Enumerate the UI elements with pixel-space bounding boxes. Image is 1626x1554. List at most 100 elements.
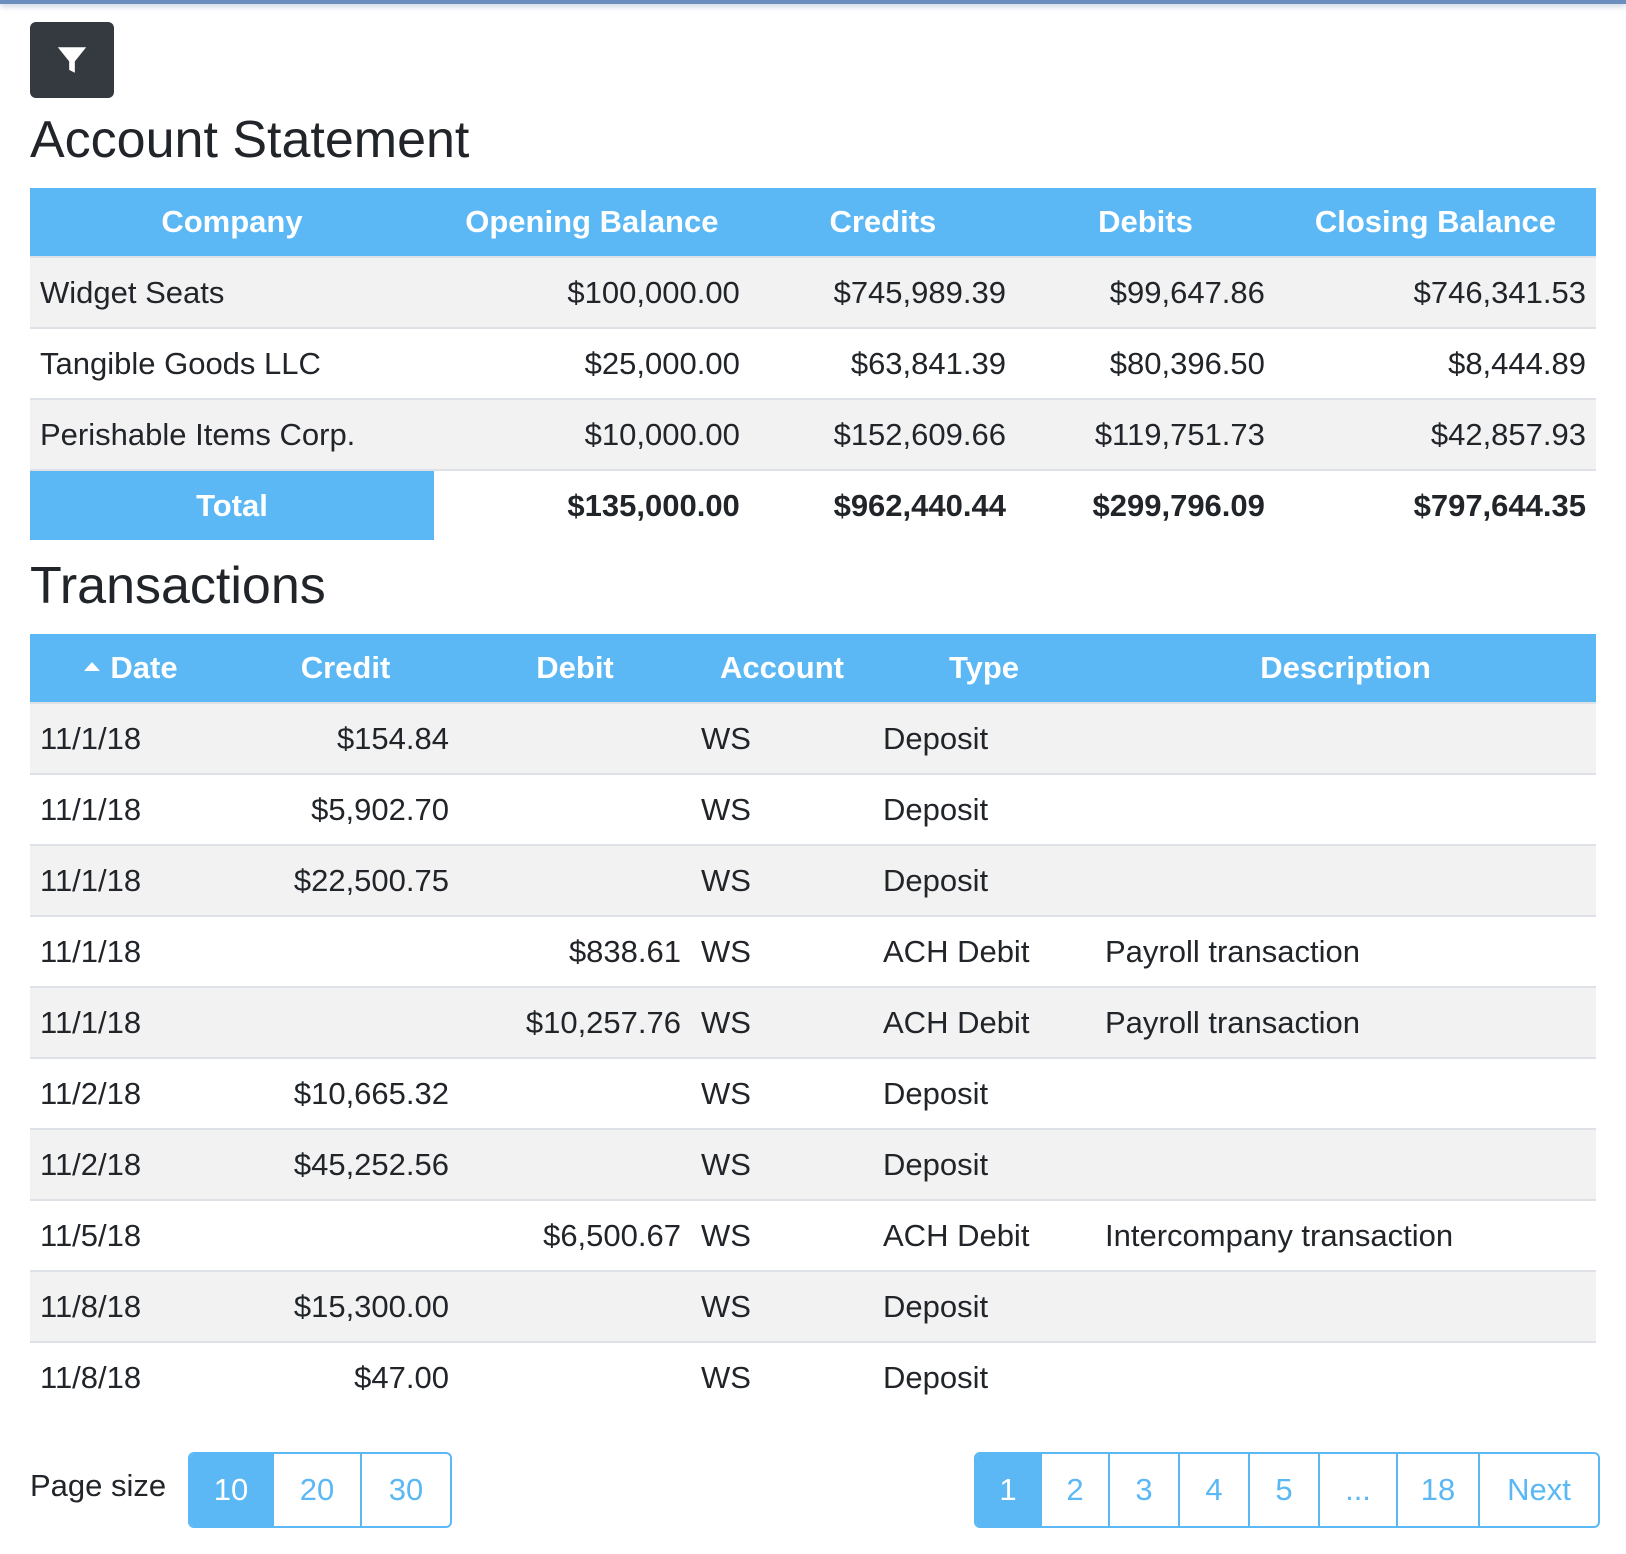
date-cell: 11/8/18 [30, 1341, 232, 1412]
page-button-5[interactable]: 5 [1250, 1454, 1320, 1526]
column-header-debits[interactable]: Debits [1015, 188, 1275, 257]
description-cell [1095, 844, 1596, 916]
transactions-header-row: Date Credit Debit Account Type Descripti… [30, 634, 1596, 703]
type-cell: Deposit [873, 1128, 1095, 1200]
date-cell: 11/1/18 [30, 773, 232, 845]
credit-cell: $5,902.70 [232, 773, 459, 845]
account-cell: WS [691, 1199, 873, 1271]
type-cell: Deposit [873, 1341, 1095, 1412]
debit-cell [459, 1128, 691, 1200]
transactions-title: Transactions [30, 557, 326, 615]
date-cell: 11/5/18 [30, 1199, 232, 1271]
type-cell: ACH Debit [873, 1199, 1095, 1271]
statement-row: Perishable Items Corp. $10,000.00 $152,6… [30, 398, 1596, 470]
type-cell: ACH Debit [873, 986, 1095, 1058]
debit-cell [459, 773, 691, 845]
total-debits: $299,796.09 [1015, 469, 1275, 540]
credits-cell: $152,609.66 [749, 398, 1016, 470]
date-cell: 11/8/18 [30, 1270, 232, 1342]
credits-cell: $745,989.39 [749, 256, 1016, 328]
account-statement-table: Company Opening Balance Credits Debits C… [30, 188, 1596, 540]
page-size-option-10[interactable]: 10 [190, 1454, 274, 1526]
table-row: 11/1/18 $154.84 WS Deposit [30, 702, 1596, 774]
credit-cell [232, 915, 459, 987]
sort-ascending-icon [84, 662, 101, 672]
debit-cell: $10,257.76 [459, 986, 691, 1058]
filter-icon [57, 47, 87, 73]
page-button-2[interactable]: 2 [1042, 1454, 1110, 1526]
table-row: 11/8/18 $47.00 WS Deposit [30, 1341, 1596, 1412]
page-button-18[interactable]: 18 [1398, 1454, 1480, 1526]
account-cell: WS [691, 986, 873, 1058]
type-cell: Deposit [873, 702, 1095, 774]
statement-total-row: Total $135,000.00 $962,440.44 $299,796.0… [30, 469, 1596, 540]
column-header-type[interactable]: Type [873, 634, 1095, 703]
column-header-company[interactable]: Company [30, 188, 434, 257]
column-header-opening-balance[interactable]: Opening Balance [433, 188, 750, 257]
company-cell: Widget Seats [30, 256, 434, 328]
top-shadow-bar [0, 0, 1626, 4]
company-cell: Perishable Items Corp. [30, 398, 434, 470]
account-cell: WS [691, 702, 873, 774]
column-header-date[interactable]: Date [30, 634, 232, 703]
column-header-debit[interactable]: Debit [459, 634, 691, 703]
debit-cell: $6,500.67 [459, 1199, 691, 1271]
transactions-table: Date Credit Debit Account Type Descripti… [30, 634, 1596, 1412]
column-header-closing-balance[interactable]: Closing Balance [1274, 188, 1596, 257]
debit-cell: $838.61 [459, 915, 691, 987]
credit-cell [232, 1199, 459, 1271]
filter-button[interactable] [30, 22, 114, 98]
debits-cell: $80,396.50 [1015, 327, 1275, 399]
column-header-credit[interactable]: Credit [232, 634, 459, 703]
opening-balance-cell: $10,000.00 [433, 398, 750, 470]
total-credits: $962,440.44 [749, 469, 1016, 540]
description-cell: Payroll transaction [1095, 986, 1596, 1058]
debits-cell: $99,647.86 [1015, 256, 1275, 328]
description-cell: Payroll transaction [1095, 915, 1596, 987]
page-button-1[interactable]: 1 [976, 1454, 1042, 1526]
date-cell: 11/1/18 [30, 915, 232, 987]
account-cell: WS [691, 1341, 873, 1412]
total-label: Total [30, 469, 434, 540]
account-cell: WS [691, 915, 873, 987]
page-button-4[interactable]: 4 [1180, 1454, 1250, 1526]
date-cell: 11/1/18 [30, 844, 232, 916]
credit-cell [232, 986, 459, 1058]
credit-cell: $22,500.75 [232, 844, 459, 916]
type-cell: Deposit [873, 844, 1095, 916]
column-header-description[interactable]: Description [1095, 634, 1596, 703]
credits-cell: $63,841.39 [749, 327, 1016, 399]
column-header-date-label: Date [110, 650, 178, 685]
table-row: 11/1/18 $838.61 WS ACH Debit Payroll tra… [30, 915, 1596, 987]
table-row: 11/1/18 $22,500.75 WS Deposit [30, 844, 1596, 916]
debit-cell [459, 702, 691, 774]
column-header-credits[interactable]: Credits [749, 188, 1016, 257]
page-size-option-20[interactable]: 20 [274, 1454, 362, 1526]
table-row: 11/1/18 $5,902.70 WS Deposit [30, 773, 1596, 845]
page-size-label: Page size [30, 1468, 167, 1503]
page-button-3[interactable]: 3 [1110, 1454, 1180, 1526]
debit-cell [459, 1057, 691, 1129]
closing-balance-cell: $8,444.89 [1274, 327, 1596, 399]
account-cell: WS [691, 844, 873, 916]
debit-cell [459, 844, 691, 916]
table-row: 11/2/18 $45,252.56 WS Deposit [30, 1128, 1596, 1200]
page-size-option-30[interactable]: 30 [362, 1454, 450, 1526]
closing-balance-cell: $746,341.53 [1274, 256, 1596, 328]
date-cell: 11/2/18 [30, 1128, 232, 1200]
credit-cell: $154.84 [232, 702, 459, 774]
description-cell [1095, 773, 1596, 845]
column-header-account[interactable]: Account [691, 634, 873, 703]
credit-cell: $47.00 [232, 1341, 459, 1412]
debit-cell [459, 1341, 691, 1412]
opening-balance-cell: $25,000.00 [433, 327, 750, 399]
credit-cell: $10,665.32 [232, 1057, 459, 1129]
type-cell: Deposit [873, 1057, 1095, 1129]
date-cell: 11/1/18 [30, 986, 232, 1058]
next-page-button[interactable]: Next [1480, 1454, 1598, 1526]
statement-title: Account Statement [30, 111, 470, 169]
type-cell: ACH Debit [873, 915, 1095, 987]
pagination: 1 2 3 4 5 ... 18 Next [974, 1452, 1600, 1528]
credit-cell: $45,252.56 [232, 1128, 459, 1200]
account-cell: WS [691, 1057, 873, 1129]
